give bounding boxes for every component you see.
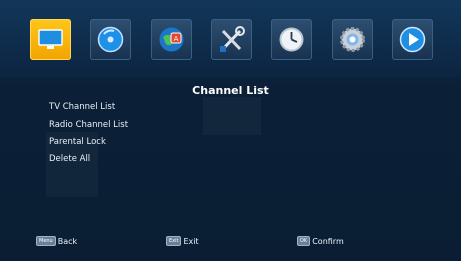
svg-text:A: A <box>174 35 179 43</box>
tools-icon[interactable] <box>211 19 252 60</box>
hint-confirm[interactable]: OK Confirm <box>297 234 344 248</box>
hint-back-label: Back <box>57 236 78 246</box>
menu-item-tv-channel-list[interactable]: TV Channel List <box>49 102 115 112</box>
ok-key-icon: OK <box>297 236 311 246</box>
page-title: Channel List <box>192 84 269 97</box>
hint-confirm-label: Confirm <box>312 236 344 246</box>
hint-exit[interactable]: Exit Exit <box>166 234 199 248</box>
play-icon[interactable] <box>392 19 433 60</box>
menu-item-delete-all[interactable]: Delete All <box>49 154 90 164</box>
tv-icon[interactable] <box>30 19 71 60</box>
clock-icon[interactable] <box>271 19 312 60</box>
settings-gear-icon[interactable] <box>332 19 373 60</box>
menu-key-icon: Menu <box>36 236 56 246</box>
info-panel-shade <box>203 97 261 135</box>
exit-key-icon: Exit <box>166 236 182 246</box>
disc-icon[interactable] <box>90 19 131 60</box>
hint-exit-label: Exit <box>183 236 199 246</box>
menu-item-parental-lock[interactable]: Parental Lock <box>49 137 106 147</box>
globe-icon[interactable]: A <box>151 19 192 60</box>
hint-back[interactable]: Menu Back <box>36 234 77 248</box>
menu-item-radio-channel-list[interactable]: Radio Channel List <box>49 120 128 130</box>
